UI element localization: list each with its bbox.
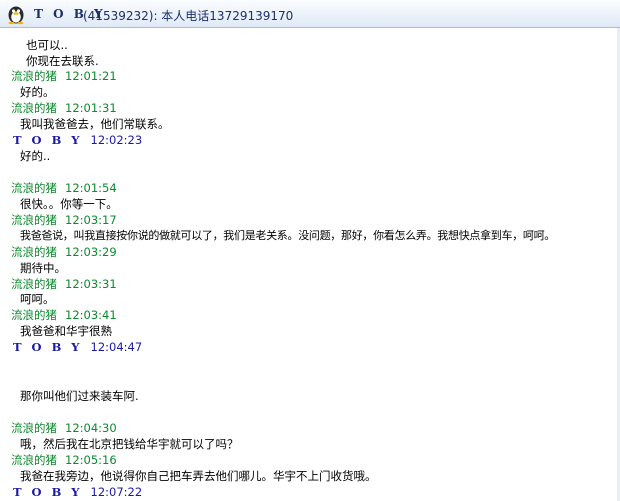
- message-text: 很快。。你等一下。: [20, 197, 118, 211]
- message-text: 呵呵。: [20, 292, 55, 306]
- sender-name: 流浪的猪: [11, 421, 57, 435]
- sender-name: 流浪的猪: [11, 308, 57, 322]
- message-header: 流浪的猪 12:03:29: [11, 244, 117, 260]
- message-text: 那你叫他们过来装车阿.: [20, 389, 139, 403]
- message-text: 我叫我爸爸去，他们常联系。: [20, 117, 170, 131]
- qq-penguin-icon: [8, 6, 24, 25]
- sender-name: 流浪的猪: [11, 69, 57, 83]
- message-time: 12:02:23: [90, 133, 143, 147]
- message-time: 12:03:29: [65, 245, 117, 259]
- sender-name: 流浪的猪: [11, 453, 57, 467]
- message-header: T O B Y 12:04:47: [13, 339, 142, 355]
- sender-name: 流浪的猪: [11, 181, 57, 195]
- message-time: 12:01:54: [65, 181, 117, 195]
- message-text: 我爸在我旁边，他说得你自己把车弄去他们哪儿。华宇不上门收货哦。: [20, 469, 377, 483]
- message-header: T O B Y 12:02:23: [13, 132, 142, 148]
- message-time: 12:04:30: [65, 421, 117, 435]
- message-text: 我爸爸和华宇很熟: [20, 324, 112, 338]
- sender-name: T O B Y: [13, 340, 83, 354]
- message-text: 也可以..: [26, 38, 68, 52]
- message-header: 流浪的猪 12:03:17: [11, 212, 117, 228]
- chat-title-bar: T O B Y (41539232): 本人电话13729139170: [0, 0, 620, 28]
- sender-name: 流浪的猪: [11, 101, 57, 115]
- message-text: 哦，然后我在北京把钱给华宇就可以了吗？: [20, 437, 239, 451]
- sender-name: T O B Y: [13, 133, 83, 147]
- message-text: 期待中。: [20, 261, 66, 275]
- message-time: 12:04:47: [90, 340, 143, 354]
- message-header: 流浪的猪 12:03:41: [11, 307, 117, 323]
- message-text: 我爸爸说，叫我直接按你说的做就可以了，我们是老关系。没问题，那好，你看怎么弄。我…: [20, 229, 555, 242]
- message-header: 流浪的猪 12:05:16: [11, 452, 117, 468]
- message-text: 好的。: [20, 85, 55, 99]
- message-header: 流浪的猪 12:04:30: [11, 420, 117, 436]
- message-time: 12:05:16: [65, 453, 117, 467]
- message-time: 12:03:41: [65, 308, 117, 322]
- sender-name: 流浪的猪: [11, 245, 57, 259]
- message-header: 流浪的猪 12:01:31: [11, 100, 117, 116]
- sender-name: 流浪的猪: [11, 277, 57, 291]
- message-header: 流浪的猪 12:01:54: [11, 180, 117, 196]
- message-time: 12:03:31: [65, 277, 117, 291]
- message-time: 12:01:21: [65, 69, 117, 83]
- contact-info: (41539232): 本人电话13729139170: [83, 9, 294, 23]
- sender-name: 流浪的猪: [11, 213, 57, 227]
- message-time: 12:03:17: [65, 213, 117, 227]
- message-header: 流浪的猪 12:03:31: [11, 276, 117, 292]
- sender-name: T O B Y: [13, 485, 83, 499]
- message-header: 流浪的猪 12:01:21: [11, 68, 117, 84]
- message-header: T O B Y 12:07:22: [13, 484, 142, 500]
- message-text: 好的..: [20, 149, 51, 163]
- message-time: 12:07:22: [90, 485, 143, 499]
- message-text: 你现在去联系.: [26, 54, 99, 68]
- message-time: 12:01:31: [65, 101, 117, 115]
